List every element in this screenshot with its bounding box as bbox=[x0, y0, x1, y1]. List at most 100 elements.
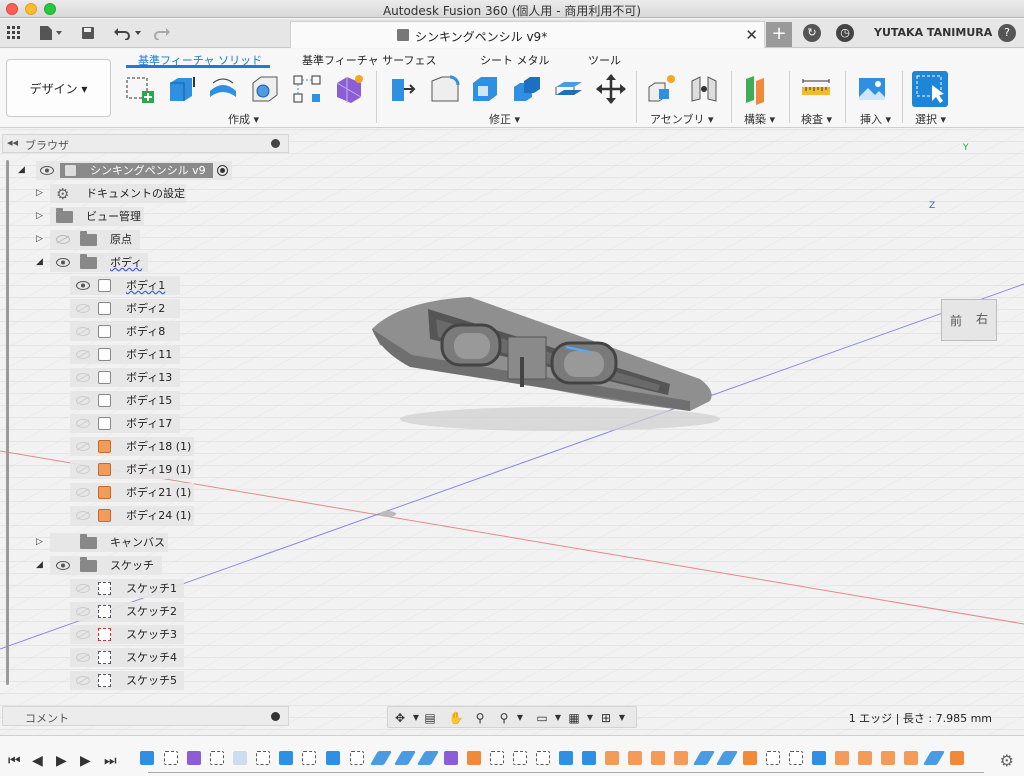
tree-item-body[interactable]: ボディ18 (1) bbox=[0, 436, 290, 456]
timeline-component-feature[interactable] bbox=[628, 751, 642, 765]
extrude-icon[interactable] bbox=[166, 73, 198, 105]
step-forward-icon[interactable]: ▶ bbox=[80, 753, 91, 769]
insert-image-icon[interactable] bbox=[856, 73, 888, 105]
tree-item-document-settings[interactable]: ▷ ⚙ ドキュメントの設定 bbox=[0, 183, 290, 203]
tree-item-canvases[interactable]: ▷ キャンバス bbox=[0, 532, 290, 552]
hidden-eye-icon[interactable] bbox=[76, 675, 90, 685]
fillet-icon[interactable] bbox=[428, 73, 460, 105]
timeline-component-feature[interactable] bbox=[858, 751, 872, 765]
app-grid-icon[interactable] bbox=[6, 24, 22, 42]
timeline-move-feature[interactable] bbox=[922, 751, 946, 765]
visibility-eye-icon[interactable] bbox=[76, 280, 90, 290]
timeline-joint-feature[interactable] bbox=[950, 751, 964, 765]
create-sketch-icon[interactable] bbox=[124, 73, 156, 105]
timeline-joint-feature[interactable] bbox=[743, 751, 757, 765]
visibility-eye-icon[interactable] bbox=[56, 257, 70, 267]
help-icon[interactable]: ? bbox=[998, 24, 1016, 42]
timeline-move-feature[interactable] bbox=[393, 751, 417, 765]
timeline-sketch-feature[interactable] bbox=[536, 751, 550, 765]
hidden-eye-icon[interactable] bbox=[76, 583, 90, 593]
tree-item-sketch[interactable]: スケッチ4 bbox=[0, 647, 290, 667]
hidden-eye-icon[interactable] bbox=[76, 464, 90, 474]
timeline-component-feature[interactable] bbox=[881, 751, 895, 765]
tree-item-bodies[interactable]: ◢ ボディ bbox=[0, 252, 290, 272]
visibility-eye-icon[interactable] bbox=[40, 165, 54, 175]
tab-surface[interactable]: 基準フィーチャ サーフェス bbox=[302, 52, 437, 68]
go-to-start-icon[interactable]: ⏮ bbox=[8, 753, 21, 769]
play-icon[interactable]: ▶ bbox=[56, 753, 67, 769]
hidden-eye-icon[interactable] bbox=[76, 372, 90, 382]
timeline-sketch-feature[interactable] bbox=[256, 751, 270, 765]
tree-item-origin[interactable]: ▷ 原点 bbox=[0, 229, 290, 249]
timeline-sketch-feature[interactable] bbox=[210, 751, 224, 765]
tree-item-body[interactable]: ボディ13 bbox=[0, 367, 290, 387]
timeline-sketch-feature[interactable] bbox=[350, 751, 364, 765]
tree-item-body[interactable]: ボディ15 bbox=[0, 390, 290, 410]
hidden-eye-icon[interactable] bbox=[76, 606, 90, 616]
hidden-eye-icon[interactable] bbox=[76, 629, 90, 639]
close-tab-icon[interactable]: ✕ bbox=[745, 26, 758, 44]
timeline-extrude-feature[interactable] bbox=[559, 751, 573, 765]
timeline-joint-feature[interactable] bbox=[467, 751, 481, 765]
modify-group-label[interactable]: 修正 ▾ bbox=[489, 111, 520, 127]
go-to-end-icon[interactable]: ⏭ bbox=[104, 753, 117, 769]
hidden-eye-icon[interactable] bbox=[76, 487, 90, 497]
timeline-move-feature[interactable] bbox=[692, 751, 716, 765]
measure-icon[interactable] bbox=[800, 73, 832, 105]
tree-item-named-views[interactable]: ▷ ビュー管理 bbox=[0, 206, 290, 226]
timeline-component-feature[interactable] bbox=[835, 751, 849, 765]
insert-group-label[interactable]: 挿入 ▾ bbox=[860, 111, 891, 127]
tree-item-body[interactable]: ボディ8 bbox=[0, 321, 290, 341]
timeline-canvas-feature[interactable] bbox=[140, 751, 154, 765]
timeline-component-feature[interactable] bbox=[674, 751, 688, 765]
pattern-icon[interactable] bbox=[291, 73, 323, 105]
tab-sheet-metal[interactable]: シート メタル bbox=[480, 52, 550, 68]
hidden-eye-icon[interactable] bbox=[76, 395, 90, 405]
tree-item-body[interactable]: ボディ17 bbox=[0, 413, 290, 433]
document-tab[interactable]: シンキングペンシル v9* ✕ bbox=[290, 21, 765, 48]
workspace-switcher-button[interactable]: デザイン ▾ bbox=[6, 59, 111, 117]
timeline-sketch-feature[interactable] bbox=[490, 751, 504, 765]
view-cube-front[interactable]: 前 bbox=[950, 312, 962, 329]
hidden-eye-icon[interactable] bbox=[76, 326, 90, 336]
orbit-icon[interactable]: ✥ bbox=[392, 711, 408, 725]
timeline-body-feature[interactable] bbox=[233, 751, 247, 765]
timeline-sketch-feature[interactable] bbox=[302, 751, 316, 765]
browser-panel-header[interactable]: ◂◂ ブラウザ bbox=[2, 134, 289, 153]
timeline-move-feature[interactable] bbox=[416, 751, 440, 765]
display-dropdown-icon[interactable]: ▼ bbox=[550, 711, 566, 725]
timeline-form-feature[interactable] bbox=[444, 751, 458, 765]
step-back-icon[interactable]: ◀ bbox=[32, 753, 43, 769]
comments-panel-header[interactable]: コメント bbox=[2, 706, 289, 726]
tree-item-body[interactable]: ボディ2 bbox=[0, 298, 290, 318]
tree-item-sketch[interactable]: スケッチ2 bbox=[0, 601, 290, 621]
inspect-group-label[interactable]: 検査 ▾ bbox=[801, 111, 832, 127]
tree-item-body[interactable]: ボディ19 (1) bbox=[0, 459, 290, 479]
offset-plane-icon[interactable] bbox=[742, 73, 774, 105]
user-account-name[interactable]: YUTAKA TANIMURA bbox=[874, 26, 992, 39]
tab-tools[interactable]: ツール bbox=[588, 52, 621, 68]
tree-item-body[interactable]: ボディ1 bbox=[0, 275, 290, 295]
create-group-label[interactable]: 作成 ▾ bbox=[228, 111, 259, 127]
look-at-icon[interactable]: ▤ bbox=[422, 711, 438, 725]
grid-snaps-icon[interactable]: ▦ bbox=[566, 711, 582, 725]
job-status-icon[interactable]: ↻ bbox=[803, 24, 821, 42]
activate-radio-icon[interactable] bbox=[217, 165, 228, 176]
select-tool-icon[interactable] bbox=[912, 71, 948, 107]
timeline-sketch-feature[interactable] bbox=[789, 751, 803, 765]
redo-icon[interactable] bbox=[150, 24, 182, 42]
hidden-eye-icon[interactable] bbox=[76, 418, 90, 428]
timeline-settings-gear-icon[interactable]: ⚙ bbox=[1000, 751, 1014, 770]
timeline-component-feature[interactable] bbox=[605, 751, 619, 765]
save-icon[interactable] bbox=[80, 24, 96, 42]
move-copy-icon[interactable] bbox=[595, 73, 627, 105]
hole-icon[interactable] bbox=[249, 73, 281, 105]
viewports-icon[interactable]: ⊞ bbox=[598, 711, 614, 725]
zoom-icon[interactable]: ⚲ bbox=[472, 711, 488, 725]
hidden-eye-icon[interactable] bbox=[56, 234, 70, 244]
browser-pin-icon[interactable] bbox=[271, 139, 280, 148]
timeline-sketch-feature[interactable] bbox=[513, 751, 527, 765]
joint-icon[interactable] bbox=[688, 73, 720, 105]
combine-icon[interactable] bbox=[511, 73, 543, 105]
replace-face-icon[interactable] bbox=[553, 73, 585, 105]
